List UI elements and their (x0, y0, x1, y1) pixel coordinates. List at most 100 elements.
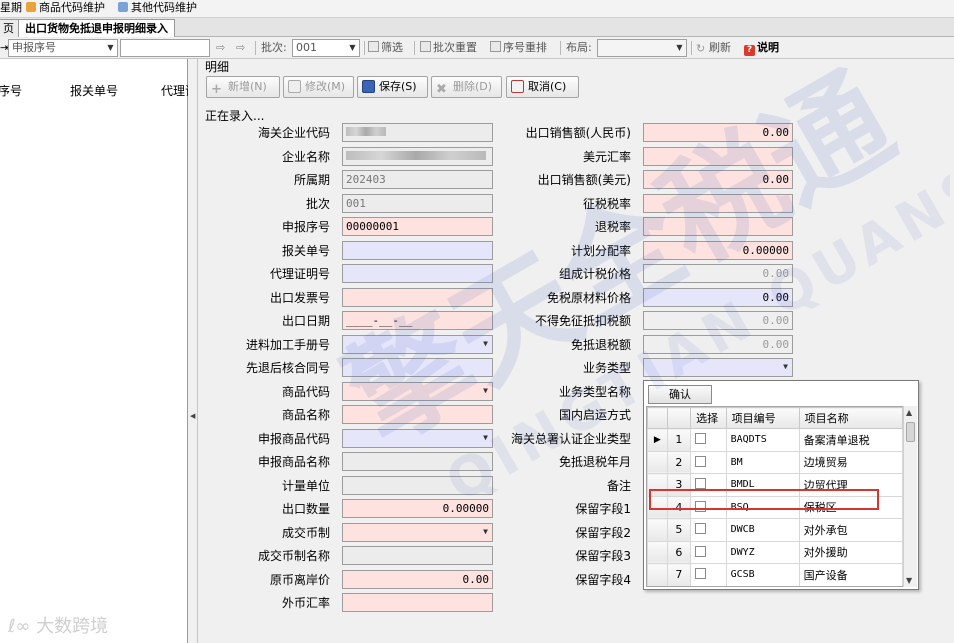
table-row[interactable]: 6 DWYZ 对外援助 (647, 540, 903, 564)
business-type-grid: 选择 项目编号 项目名称 ▶ 1 BAQDTS 备案清单退税 2 BM 边境贸易 3 BMDL 边… (646, 406, 904, 587)
help-label: 说明 (757, 41, 779, 54)
row-select-checkbox[interactable] (690, 450, 727, 474)
chevron-down-icon[interactable]: ▼ (779, 359, 792, 375)
table-row[interactable]: 3 BMDL 边贸代理 (647, 473, 903, 497)
table-row[interactable]: 5 DWCB 对外承包 (647, 518, 903, 542)
right-field-4[interactable] (643, 217, 793, 236)
redacted-value (346, 127, 386, 136)
row-select-checkbox[interactable] (690, 585, 727, 586)
column-header-item-code[interactable]: 项目编号 (725, 407, 800, 429)
delete-button[interactable]: ✖ 删除(D) (431, 76, 502, 98)
row-item-name: 横琴平潭水电气 (798, 585, 903, 586)
table-row[interactable]: 8 GTSDQ横琴平潭水电气 (647, 585, 903, 586)
right-field-0[interactable]: 0.00 (643, 123, 793, 142)
checkbox[interactable] (695, 568, 707, 580)
sort-field-select[interactable]: 申报序号 ▼ (8, 39, 118, 57)
save-button[interactable]: 保存(S) (357, 76, 428, 98)
tab-export-detail-entry[interactable]: 出口货物免抵退申报明细录入 (18, 19, 175, 37)
left-label-0: 海关企业代码 (257, 126, 330, 140)
redacted-value (346, 150, 486, 160)
left-label-14: 申报商品名称 (257, 455, 330, 469)
next-arrow-icon[interactable]: ⇨ (236, 39, 245, 57)
row-indicator (647, 585, 668, 586)
filter-button[interactable]: 筛选 (368, 39, 403, 57)
column-header-agent-cert[interactable]: 代理证 (161, 82, 188, 99)
help-button[interactable]: ? 说明 (744, 39, 779, 57)
refresh-button[interactable]: ↻ 刷新 (696, 39, 731, 57)
row-item-code: DWYZ (725, 540, 800, 564)
left-label-7: 出口发票号 (269, 290, 330, 305)
row-item-name: 保税区 (798, 495, 903, 519)
right-label-18: 保留字段3 (575, 549, 631, 563)
right-field-10[interactable]: ▼ (643, 358, 793, 377)
checkbox[interactable] (695, 478, 707, 490)
grid-scrollbar[interactable]: ▲ ▼ (903, 406, 917, 587)
right-field-3[interactable] (643, 193, 793, 213)
grid-icon (420, 41, 431, 52)
confirm-button[interactable]: 确认 (648, 385, 712, 404)
reset-batch-button[interactable]: 批次重置 (420, 39, 477, 57)
batch-value: 001 (296, 41, 317, 54)
table-row[interactable]: ▶ 1 BAQDTS 备案清单退税 (647, 428, 903, 452)
left-value-4: 00000001 (346, 220, 399, 233)
left-label-17: 成交币制 (281, 525, 330, 540)
edit-button[interactable]: 修改(M) (283, 76, 354, 98)
table-row[interactable]: 2 BM 边境贸易 (647, 450, 903, 474)
column-header-seq[interactable]: 序号 (0, 82, 22, 99)
menu-item-period[interactable]: 星期 (0, 0, 22, 16)
right-field-6[interactable]: 0.00 (643, 264, 793, 283)
scroll-thumb[interactable] (906, 422, 915, 442)
sort-value-input[interactable] (120, 39, 210, 57)
row-select-checkbox[interactable] (690, 428, 727, 452)
checkbox[interactable] (695, 545, 707, 557)
checkbox[interactable] (695, 455, 707, 467)
row-select-checkbox[interactable] (690, 473, 727, 497)
right-label-9: 免抵退税额 (570, 337, 631, 352)
right-field-2[interactable]: 0.00 (643, 170, 793, 189)
right-field-8[interactable]: 0.00 (643, 311, 793, 330)
batch-select[interactable]: 001 ▼ (292, 39, 360, 57)
right-field-9[interactable]: 0.00 (643, 334, 793, 354)
prev-arrow-icon[interactable]: ⇨ (216, 39, 225, 57)
reset-batch-label: 批次重置 (433, 41, 477, 54)
panel-splitter[interactable] (188, 59, 198, 643)
row-select-checkbox[interactable] (690, 518, 727, 542)
table-row[interactable]: 4 BSQ 保税区 (647, 495, 903, 519)
right-field-7[interactable]: 0.00 (643, 287, 793, 307)
save-button-label: 保存(S) (379, 80, 417, 93)
table-row[interactable]: 7 GCSB 国产设备 (647, 563, 903, 586)
menu-item-goods-code[interactable]: 商品代码维护 (26, 0, 105, 16)
menu-item-other-code[interactable]: 其他代码维护 (118, 0, 197, 16)
collapse-left-icon[interactable]: ◀ (190, 412, 196, 422)
cancel-button[interactable]: 取消(C) (506, 76, 579, 98)
checkbox[interactable] (695, 523, 707, 535)
right-field-5[interactable]: 0.00000 (643, 240, 793, 260)
row-item-code: BM (725, 450, 800, 474)
row-item-code: DWCB (725, 518, 800, 542)
left-value-2: 202403 (346, 173, 386, 186)
column-header-item-name[interactable]: 项目名称 (798, 407, 903, 429)
scroll-down-icon[interactable]: ▼ (906, 576, 912, 585)
add-button[interactable]: + 新增(N) (206, 76, 280, 98)
row-select-checkbox[interactable] (690, 563, 727, 586)
checkbox[interactable] (695, 433, 707, 445)
column-header-declaration-no[interactable]: 报关单号 (70, 82, 118, 99)
column-header-select[interactable]: 选择 (690, 407, 727, 429)
right-value-8: 0.00 (762, 314, 790, 327)
sort-field-value: 申报序号 (12, 41, 56, 54)
reorder-button[interactable]: 序号重排 (490, 39, 547, 57)
row-indicator (647, 518, 668, 542)
right-label-12: 国内启运方式 (558, 408, 631, 422)
row-select-checkbox[interactable] (690, 495, 727, 519)
layout-select[interactable]: ▼ (597, 39, 687, 57)
scroll-up-icon[interactable]: ▲ (906, 408, 912, 417)
row-select-checkbox[interactable] (690, 540, 727, 564)
toolbar-separator (255, 41, 256, 55)
left-label-5: 报关单号 (281, 243, 330, 258)
row-item-code: BSQ (725, 495, 800, 519)
cancel-icon (511, 80, 524, 93)
left-field-20[interactable] (342, 593, 493, 612)
left-label-11: 商品代码 (281, 384, 330, 399)
checkbox[interactable] (695, 500, 707, 512)
right-field-1[interactable] (643, 146, 793, 166)
